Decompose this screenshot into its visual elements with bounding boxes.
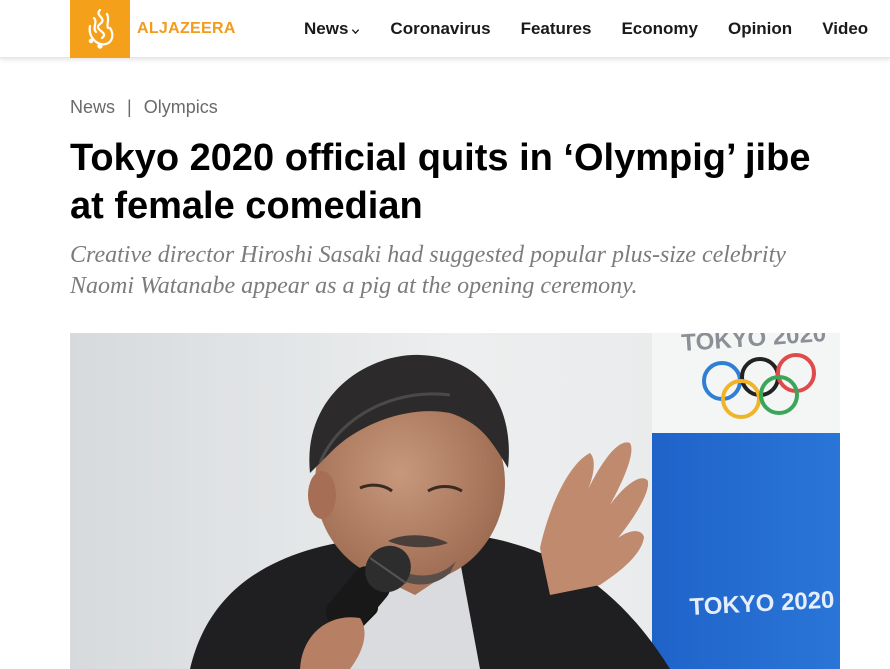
nav-item-opinion[interactable]: Opinion <box>728 19 792 39</box>
nav-item-video[interactable]: Video <box>822 19 868 39</box>
breadcrumb-separator: | <box>127 97 132 117</box>
breadcrumb-olympics[interactable]: Olympics <box>144 97 218 118</box>
nav-item-coronavirus[interactable]: Coronavirus <box>390 19 490 39</box>
site-header: ALJAZEERA News Coronavirus Features Econ… <box>0 0 890 58</box>
aljazeera-calligraphy-icon <box>70 0 130 58</box>
logo-wordmark: ALJAZEERA <box>137 20 236 37</box>
main-nav: News Coronavirus Features Economy Opinio… <box>304 0 868 58</box>
backdrop-panel-blue <box>652 433 840 669</box>
nav-item-label: News <box>304 19 349 38</box>
nav-item-features[interactable]: Features <box>521 19 592 39</box>
breadcrumb: News | Olympics <box>70 97 218 118</box>
chevron-down-icon <box>352 28 360 34</box>
hero-image[interactable]: TOKYO 2020 TOKYO 2020 <box>70 333 840 669</box>
nav-item-news[interactable]: News <box>304 19 360 39</box>
nav-item-economy[interactable]: Economy <box>621 19 698 39</box>
article-title: Tokyo 2020 official quits in ‘Olympig’ j… <box>70 137 811 227</box>
article-subtitle: Creative director Hiroshi Sasaki had sug… <box>70 242 786 299</box>
breadcrumb-news[interactable]: News <box>70 97 115 118</box>
aljazeera-logo[interactable]: ALJAZEERA <box>70 0 236 58</box>
